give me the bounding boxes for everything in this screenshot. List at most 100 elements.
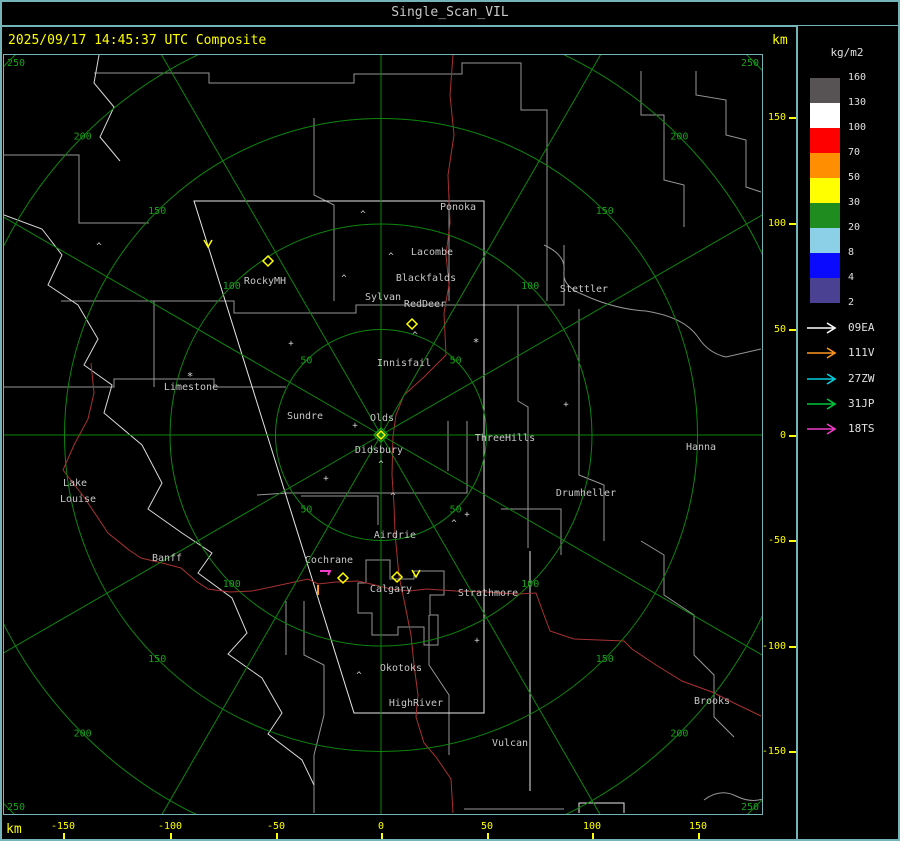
bottom-axis-tick: [381, 833, 383, 839]
bottom-axis-tick: [698, 833, 700, 839]
town-label-didsbury: Didsbury: [355, 445, 403, 456]
range-ring-label: 200: [670, 132, 688, 143]
color-scale-block-5: [810, 203, 840, 228]
town-label-okotoks: Okotoks: [380, 663, 422, 674]
bottom-axis-label--100: -100: [157, 821, 183, 832]
town-label-reddeer: RedDeer: [404, 299, 446, 310]
town-label-ponoka: Ponoka: [440, 202, 476, 213]
caret-marker: ^: [360, 210, 366, 220]
site-arrow-icon: [807, 398, 837, 410]
caret-marker: ^: [378, 460, 384, 470]
color-scale-block-7: [810, 253, 840, 278]
right-axis-label-0: 0: [779, 430, 786, 441]
plus-marker: +: [474, 636, 480, 646]
color-scale-label-2: 2: [848, 297, 855, 308]
town-label-airdrie: Airdrie: [374, 530, 416, 541]
right-axis-tick: [789, 751, 796, 753]
radial-line-120: [380, 434, 867, 716]
right-axis-tick: [789, 540, 796, 542]
color-scale-block-4: [810, 178, 840, 203]
town-label-limestone: Limestone: [164, 382, 218, 393]
right-axis-label-100: 100: [767, 218, 786, 229]
site-diamond-marker: [405, 317, 419, 331]
bottom-axis-tick: [592, 833, 594, 839]
color-scale-label-50: 50: [848, 172, 861, 183]
legend-row-111V: 111V: [798, 346, 896, 360]
color-scale-label-100: 100: [848, 122, 867, 133]
range-ring-label: 250: [7, 58, 25, 69]
range-ring-label: 50: [300, 505, 312, 516]
radar-map[interactable]: 50 5050 50100 100100 100150 150150 150200 20020…: [0, 0, 900, 841]
town-label-olds: Olds: [370, 413, 394, 424]
range-ring-label: 200: [74, 728, 92, 739]
town-label-innisfail: Innisfail: [377, 358, 431, 369]
caret-marker: ^: [390, 492, 396, 502]
town-label-hanna: Hanna: [686, 442, 716, 453]
town-label-rockymh: RockyMH: [244, 276, 286, 287]
arrow-glyph: [807, 423, 837, 435]
timestamp-label: 2025/09/17 14:45:37 UTC Composite: [8, 33, 267, 48]
window-title[interactable]: Single_Scan_VIL: [0, 0, 900, 25]
color-scale-label-8: 8: [848, 247, 855, 258]
bottom-axis-tick: [63, 833, 65, 839]
site-arrow-icon: [807, 322, 837, 334]
range-ring-label: 250: [741, 802, 759, 813]
plus-marker: +: [323, 474, 329, 484]
legend-label-09EA: 09EA: [848, 321, 875, 334]
town-label-threehills: ThreeHills: [475, 433, 535, 444]
legend-label-18TS: 18TS: [848, 422, 875, 436]
site-diamond-marker: [261, 254, 275, 268]
color-scale-label-70: 70: [848, 147, 861, 158]
legend-label-27ZW: 27ZW: [848, 371, 875, 385]
scale-unit-label: kg/m2: [830, 46, 864, 59]
legend-row-27ZW: 27ZW: [798, 372, 896, 386]
right-axis-label--50: -50: [767, 535, 786, 546]
right-axis-tick: [789, 646, 796, 648]
bottom-axis-label--50: -50: [266, 821, 286, 832]
town-label-lake: Lake: [63, 478, 87, 489]
caret-marker: ^: [341, 274, 347, 284]
town-label-drumheller: Drumheller: [556, 488, 616, 499]
site-diamond-marker: [390, 570, 404, 584]
site-arrow-icon: [807, 372, 837, 385]
right-axis-tick: [789, 435, 796, 437]
radar-map-panel[interactable]: 50 50 50 50 100 100 100 100 150 150 150 150 200 200 20…: [0, 0, 900, 841]
town-label-banff: Banff: [152, 553, 182, 564]
range-ring-label: 200: [670, 728, 688, 739]
right-axis-label-50: 50: [773, 324, 786, 335]
color-scale-block-1: [810, 103, 840, 128]
color-scale-label-160: 160: [848, 72, 867, 83]
arrow-glyph: [807, 347, 837, 359]
right-axis-label-150: 150: [767, 112, 786, 123]
color-scale-label-20: 20: [848, 222, 861, 233]
mountain-boundary: [3, 54, 315, 786]
site-arrow-icon: [807, 347, 837, 359]
bottom-axis-label--150: -150: [50, 821, 76, 832]
town-label-highriver: HighRiver: [389, 698, 443, 709]
range-ring-label: 100: [223, 281, 241, 292]
right-axis-label--100: -100: [761, 641, 786, 652]
plus-marker: +: [563, 400, 569, 410]
caret-marker: ^: [388, 252, 394, 262]
range-ring-label: 50: [450, 355, 462, 366]
arrow-glyph: [807, 398, 837, 410]
range-ring-label: 150: [148, 654, 166, 665]
star-marker: *: [473, 336, 480, 349]
right-axis-tick: [789, 223, 796, 225]
range-ring-label: 100: [521, 281, 539, 292]
legend-row-09EA: 09EA: [798, 321, 896, 335]
range-ring-label: 200: [74, 132, 92, 143]
caret-marker: ^: [451, 519, 457, 529]
color-scale-label-130: 130: [848, 97, 867, 108]
plus-marker: +: [464, 510, 470, 520]
legend-label-111V: 111V: [848, 346, 875, 360]
plus-marker: +: [352, 421, 358, 431]
radial-line-300: [0, 214, 382, 436]
range-ring-label: 100: [521, 579, 539, 590]
legend-row-31JP: 31JP: [798, 397, 896, 411]
town-label-louise: Louise: [60, 494, 96, 505]
caret-marker: ^: [96, 242, 102, 252]
color-scale-label-4: 4: [848, 272, 855, 283]
radial-line-150: [380, 434, 616, 841]
range-ring-label: 50: [450, 505, 462, 516]
